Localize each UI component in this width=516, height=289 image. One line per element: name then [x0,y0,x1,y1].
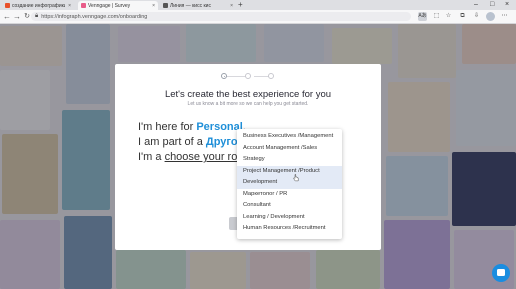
translate-icon[interactable]: Aあ [418,12,427,21]
chat-widget-button[interactable] [492,264,510,282]
purpose-select[interactable]: Personal [196,121,242,133]
browser-tab-music[interactable]: Линия — кисс кис × [160,1,236,10]
lock-icon: 🔒︎ [35,13,39,19]
address-toolbar: ← → ↻ 🔒︎ https://infograph.venngage.com/… [0,10,516,24]
role-dropdown-menu: Business Executives /Management Account … [237,129,342,239]
role-option[interactable]: Account Management /Sales [237,143,342,155]
role-option[interactable]: Business Executives /Management [237,131,342,143]
new-tab-button[interactable]: + [238,0,243,10]
role-option[interactable]: Маркетолог / PR [237,189,342,201]
role-select[interactable]: choose your role [165,151,246,163]
tab-favicon-icon [5,3,10,8]
step-2-dot [245,73,251,79]
back-icon[interactable]: ← [2,11,12,22]
tab-close-icon[interactable]: × [68,3,71,9]
hand-cursor-icon [293,174,299,182]
step-1-dot [221,73,227,79]
purpose-sentence: I'm here for Personal. [138,121,246,133]
role-option[interactable]: Learning / Development [237,212,342,224]
tab-close-icon[interactable]: × [152,3,155,9]
downloads-icon[interactable]: ⇩ [472,12,481,21]
profile-avatar[interactable] [486,12,495,21]
forward-icon[interactable]: → [12,11,22,22]
role-sentence: I'm a choose your role. [138,151,249,163]
step-3-dot [268,73,274,79]
progress-steps [221,72,275,80]
tab-close-icon[interactable]: × [230,3,233,9]
tab-favicon-icon [81,3,86,8]
browser-tab-bar: создание инфографики онлайн × Venngage |… [0,0,516,10]
address-bar[interactable]: 🔒︎ https://infograph.venngage.com/onboar… [31,12,411,21]
modal-subtitle: Let us know a bit more so we can help yo… [187,101,309,107]
chat-bubble-icon [497,269,505,276]
role-option[interactable]: Human Resources /Recruitment [237,223,342,235]
tab-audio-icon [163,3,168,8]
role-option[interactable]: Strategy [237,154,342,166]
reader-view-icon[interactable]: ⬚ [432,12,441,21]
modal-title: Let's create the best experience for you [164,89,332,100]
role-option-hovered-continued[interactable]: Development [237,177,342,189]
collections-icon[interactable]: ⧉ [458,12,467,21]
role-option[interactable]: Consultant [237,200,342,212]
maximize-icon[interactable]: □ [490,0,494,10]
organization-sentence: I am part of a Другое o [138,136,253,148]
browser-tab-venngage[interactable]: Venngage | Survey × [78,1,158,10]
close-window-icon[interactable]: × [505,0,509,10]
minimize-icon[interactable]: – [474,0,478,10]
bookmark-icon[interactable]: ☆ [444,12,453,21]
browser-tab-infographics[interactable]: создание инфографики онлайн × [2,1,74,10]
menu-icon[interactable]: ⋯ [500,12,509,21]
role-option-hovered[interactable]: Project Management /Product [237,165,342,177]
